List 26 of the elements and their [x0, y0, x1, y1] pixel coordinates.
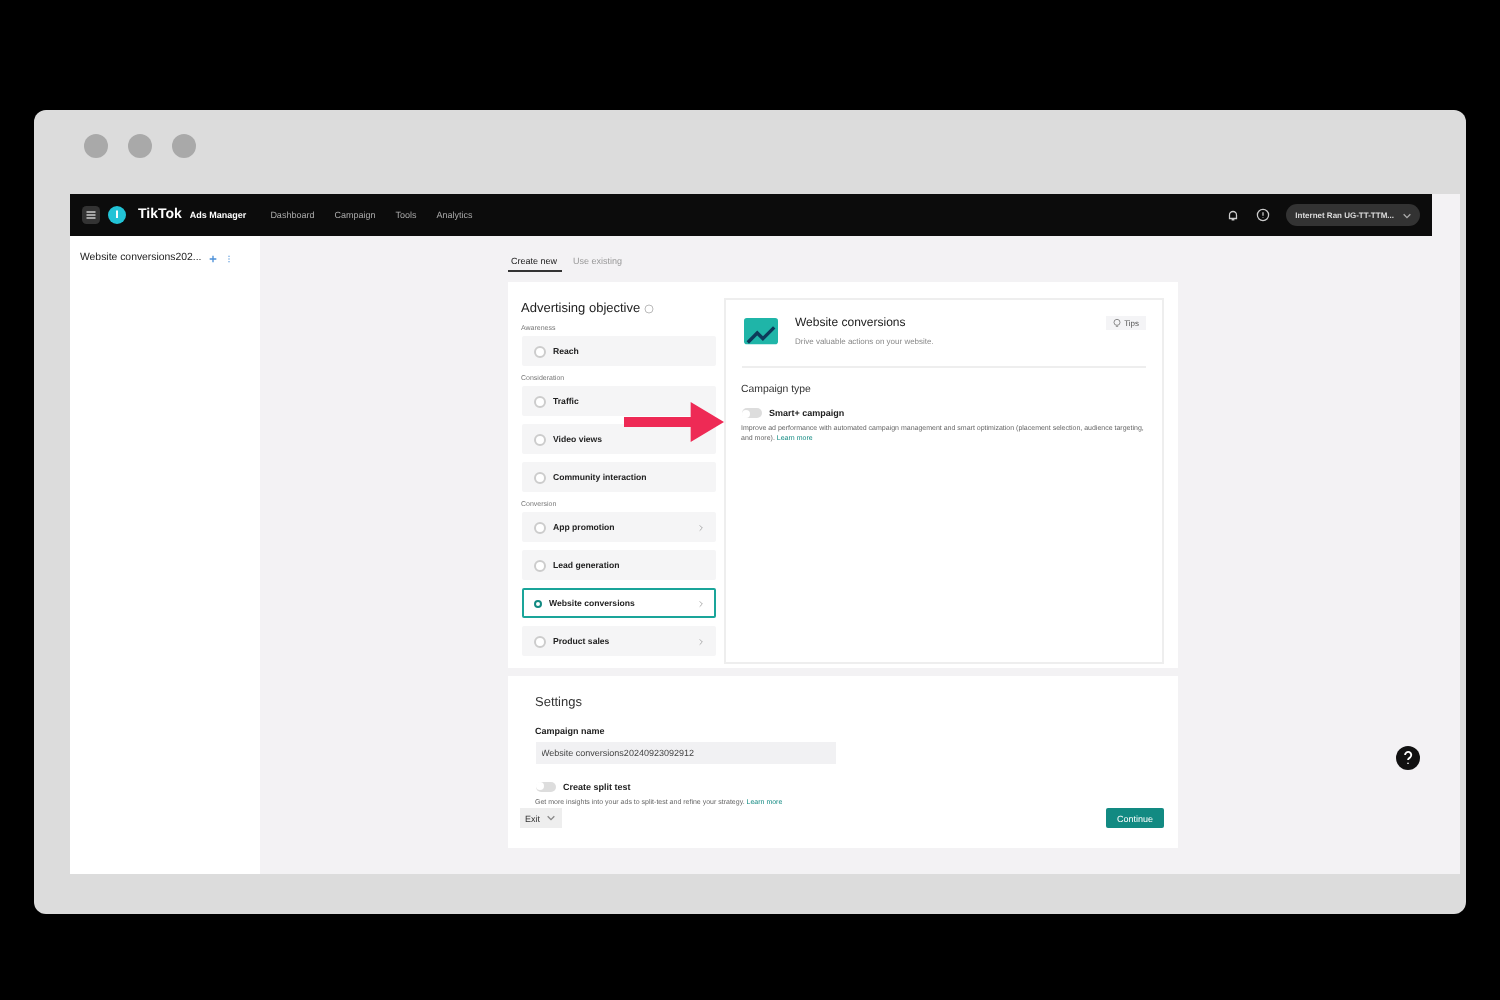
chart-screen-icon — [741, 316, 779, 350]
caret-icon — [1402, 211, 1412, 219]
caret-icon — [546, 814, 557, 822]
radio-icon — [533, 345, 545, 357]
chevron-icon — [697, 637, 703, 645]
chevron-icon — [697, 599, 703, 607]
bulb-icon — [1112, 318, 1123, 328]
radio-icon — [533, 395, 545, 407]
radio-icon — [533, 559, 545, 571]
radio-icon — [533, 521, 545, 533]
radio-icon — [533, 433, 545, 445]
window-dot-icon — [84, 134, 108, 158]
menu-icon[interactable] — [82, 206, 100, 224]
logo-icon — [108, 206, 126, 224]
arrow-drawing — [621, 402, 725, 442]
toggle-switch[interactable] — [535, 781, 555, 792]
toggle-switch[interactable] — [741, 408, 761, 418]
radio-icon — [533, 599, 541, 607]
info-icon — [644, 304, 655, 314]
chevron-icon — [697, 523, 703, 531]
radio-icon — [533, 471, 545, 483]
bell-icon[interactable] — [1225, 208, 1240, 222]
plus-icon[interactable] — [207, 253, 218, 263]
window-dot-icon — [128, 134, 152, 158]
radio-icon — [533, 635, 545, 647]
window-dot-icon — [172, 134, 196, 158]
